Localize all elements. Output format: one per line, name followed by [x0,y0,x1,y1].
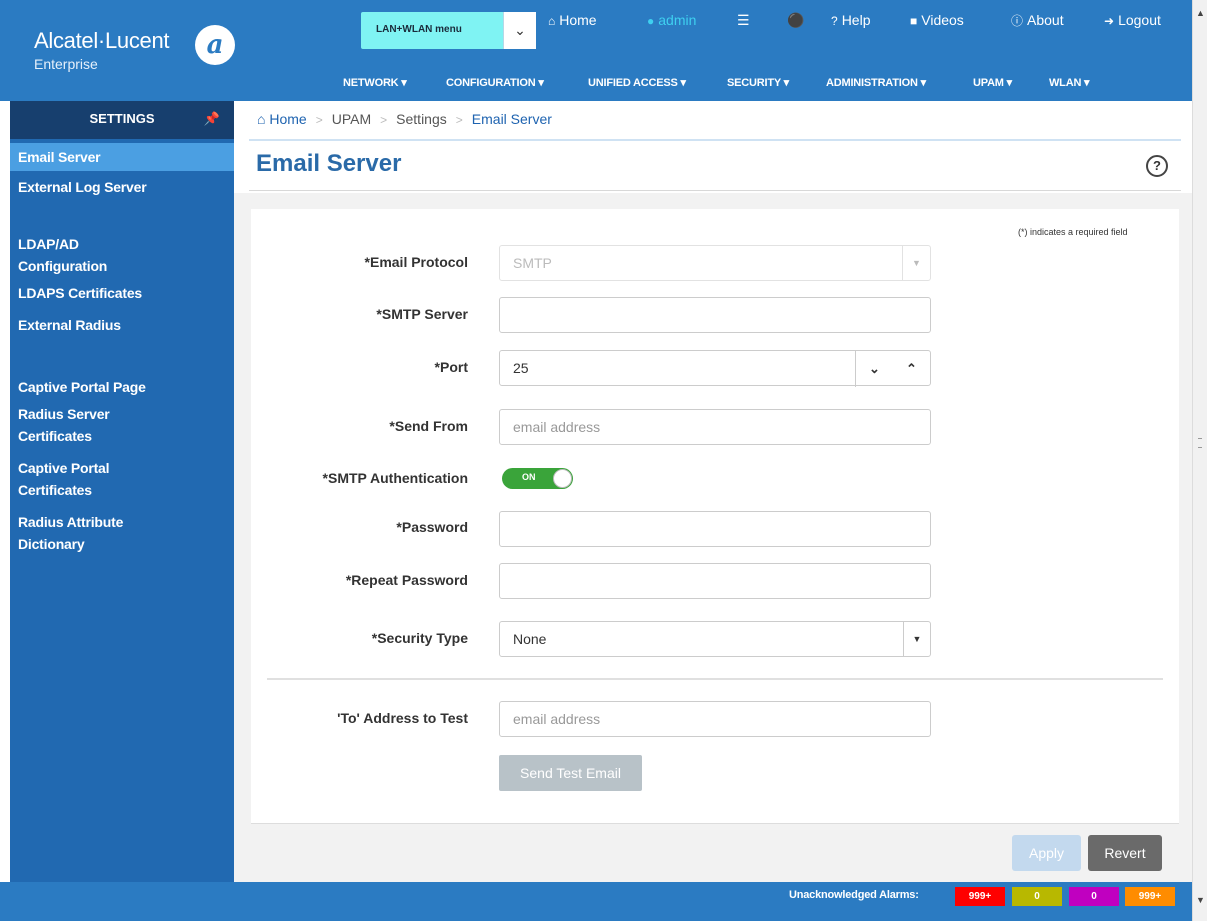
scroll-up-icon[interactable]: ▲ [1196,8,1205,18]
brand-logo-icon: a [195,25,235,65]
breadcrumb-current: Email Server [471,111,552,127]
brand-logo[interactable]: Alcatel·Lucent Enterprise [34,28,170,72]
help-icon[interactable]: ? [1146,155,1168,177]
question-icon: ? [831,14,838,28]
chevron-down-icon[interactable]: ⌄ [503,12,536,49]
sidebar-item-email-server[interactable]: Email Server [10,143,234,171]
alarm-badge-major[interactable]: 0 [1012,887,1062,906]
form-divider [267,678,1163,680]
sidebar-header: SETTINGS 📌 [10,101,234,139]
alarm-badge-warning[interactable]: 999+ [1125,887,1175,906]
to-address-label: 'To' Address to Test [337,710,468,726]
breadcrumb-separator: > [380,113,388,127]
repeat-password-label: *Repeat Password [345,572,468,588]
nav-wlan[interactable]: WLAN ▾ [1049,76,1090,89]
toggle-knob [553,469,572,488]
scroll-down-icon[interactable]: ▼ [1196,895,1205,905]
smtp-server-input[interactable] [499,297,931,333]
caret-down-icon[interactable]: ▼ [903,622,930,656]
brand-name: Alcatel·Lucent [34,28,170,53]
sidebar-item-external-radius[interactable]: External Radius [10,309,234,341]
send-from-input[interactable]: email address [499,409,931,445]
sidebar-item-radius-attribute-dictionary[interactable]: Radius Attribute Dictionary [10,511,150,555]
breadcrumb-upam[interactable]: UPAM [332,111,371,127]
top-link-admin[interactable]: ● admin [647,12,696,28]
nav-upam[interactable]: UPAM ▾ [973,76,1012,89]
nav-administration[interactable]: ADMINISTRATION ▾ [826,76,926,89]
top-link-help[interactable]: ? Help [831,12,870,28]
sidebar-item-ldaps-certificates[interactable]: LDAPS Certificates [10,277,234,309]
page-scrollbar[interactable]: ▲ ▼ [1192,0,1207,921]
port-label: *Port [434,359,468,375]
top-link-about[interactable]: ⓘ About [1011,12,1064,29]
home-icon: ⌂ [257,111,266,127]
chevron-up-icon: ⌃ [906,361,917,376]
nav-network[interactable]: NETWORK ▾ [343,76,407,89]
list-icon[interactable]: ☰ [737,12,750,29]
port-increment-button[interactable]: ⌃ [893,351,930,387]
page-title: Email Server [256,150,402,177]
title-divider [249,190,1181,191]
nav-security[interactable]: SECURITY ▾ [727,76,789,89]
smtp-auth-label: *SMTP Authentication [322,470,468,486]
bottom-strip [0,909,1192,921]
bell-icon[interactable]: ⚫ [787,12,804,29]
sidebar-item-captive-portal-page[interactable]: Captive Portal Page [10,371,234,403]
scroll-thumb[interactable] [1198,438,1202,448]
repeat-password-input[interactable] [499,563,931,599]
home-icon: ⌂ [548,14,556,28]
toggle-state: ON [522,472,536,482]
breadcrumb-divider [249,139,1181,141]
smtp-auth-toggle[interactable]: ON [502,468,573,489]
sidebar-item-captive-portal-certificates[interactable]: Captive Portal Certificates [10,457,130,501]
apply-button[interactable]: Apply [1012,835,1081,871]
email-protocol-select: SMTP ▼ [499,245,931,281]
to-address-input[interactable]: email address [499,701,931,737]
port-decrement-button[interactable]: ⌄ [855,351,893,387]
breadcrumb-home[interactable]: ⌂ Home [257,111,307,127]
user-icon: ● [647,14,655,28]
caret-down-icon: ▼ [902,246,930,280]
sidebar-item-external-log-server[interactable]: External Log Server [10,171,234,203]
required-field-note: (*) indicates a required field [1018,227,1128,237]
breadcrumb-separator: > [455,113,463,127]
nav-configuration[interactable]: CONFIGURATION ▾ [446,76,544,89]
chevron-down-icon: ⌄ [869,361,880,376]
port-value: 25 [513,360,529,376]
unacknowledged-alarms-label: Unacknowledged Alarms: [789,889,919,901]
security-type-select[interactable]: None [499,621,931,657]
top-link-logout[interactable]: ➜ Logout [1104,12,1161,28]
sidebar-title: SETTINGS [89,111,155,126]
top-header: Alcatel·Lucent Enterprise a LAN+WLAN men… [0,0,1192,101]
send-from-label: *Send From [389,418,468,434]
alarm-badge-critical[interactable]: 999+ [955,887,1005,906]
send-test-email-button[interactable]: Send Test Email [499,755,642,791]
security-type-label: *Security Type [371,630,468,646]
sidebar-item-radius-server-certificates[interactable]: Radius Server Certificates [10,403,140,447]
email-protocol-label: *Email Protocol [364,254,468,270]
brand-subtitle: Enterprise [34,56,98,72]
top-link-home[interactable]: ⌂ Home [548,12,597,28]
pin-icon[interactable]: 📌 [204,101,220,137]
logout-icon: ➜ [1104,14,1115,28]
breadcrumb-separator: > [315,113,323,127]
security-type-value: None [513,631,547,647]
menu-type-value: LAN+WLAN menu [376,24,462,35]
email-protocol-value: SMTP [513,255,552,271]
password-input[interactable] [499,511,931,547]
menu-type-select[interactable]: LAN+WLAN menu ⌄ [361,12,536,49]
revert-button[interactable]: Revert [1088,835,1162,871]
password-label: *Password [396,519,468,535]
top-link-videos[interactable]: ■ Videos [910,12,964,28]
sidebar-item-ldap-ad-configuration[interactable]: LDAP/AD Configuration [10,233,130,277]
video-icon: ■ [910,14,918,28]
breadcrumb: ⌂ Home > UPAM > Settings > Email Server [257,111,552,127]
settings-sidebar: SETTINGS 📌 Email Server External Log Ser… [10,101,234,882]
nav-unified-access[interactable]: UNIFIED ACCESS ▾ [588,76,686,89]
info-icon: ⓘ [1011,14,1024,28]
breadcrumb-settings[interactable]: Settings [396,111,447,127]
smtp-server-label: *SMTP Server [376,306,468,322]
alarm-badge-minor[interactable]: 0 [1069,887,1119,906]
